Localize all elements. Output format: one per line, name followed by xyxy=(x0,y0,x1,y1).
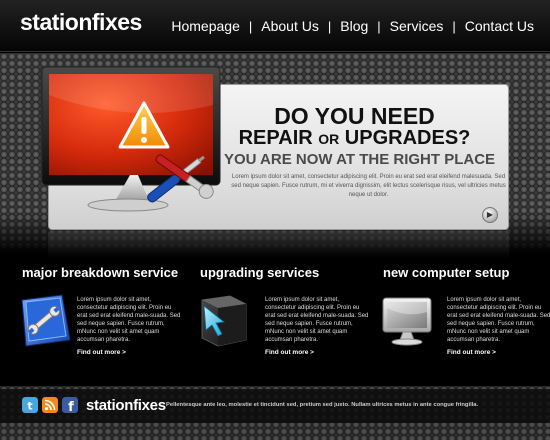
footer-text: Pellentesque ante leo, molestie et tinci… xyxy=(166,402,479,408)
svg-text:f: f xyxy=(68,400,74,413)
main-nav: Homepage | About Us | Blog | Services | … xyxy=(171,18,534,34)
hero-heading-upgrades: UPGRADES? xyxy=(339,127,471,149)
arrow-right-icon[interactable]: ▶ xyxy=(482,207,498,223)
feature-title-new-computer: new computer setup xyxy=(383,265,510,280)
find-out-more-link[interactable]: Find out more > xyxy=(265,349,314,356)
feature-text-new-computer: Lorem ipsum dolor sit amet, consectetur … xyxy=(447,297,550,343)
find-out-more-link[interactable]: Find out more > xyxy=(447,349,496,356)
feature-text-upgrading: Lorem ipsum dolor sit amet, consectetur … xyxy=(265,297,369,343)
monitor-icon xyxy=(382,297,432,346)
nav-separator: | xyxy=(248,18,253,34)
feature-text-breakdown: Lorem ipsum dolor sit amet, consectetur … xyxy=(77,297,181,343)
nav-about-us[interactable]: About Us xyxy=(261,18,319,34)
feature-title-upgrading: upgrading services xyxy=(200,265,320,280)
wrench-icon xyxy=(21,294,71,347)
nav-services[interactable]: Services xyxy=(390,18,444,34)
nav-separator: | xyxy=(452,18,456,34)
cursor-cube-icon xyxy=(201,295,247,347)
feature-title-breakdown: major breakdown service xyxy=(22,265,179,280)
hero-body-text: Lorem ipsum dolor sit amet, consectetur … xyxy=(231,174,506,198)
twitter-icon[interactable]: t xyxy=(22,397,38,413)
nav-separator: | xyxy=(327,18,332,34)
hero-reflection xyxy=(48,231,509,259)
rss-icon[interactable] xyxy=(42,397,58,413)
nav-separator: | xyxy=(377,18,381,34)
nav-homepage[interactable]: Homepage xyxy=(171,18,240,34)
monitor-warning-icon xyxy=(41,66,221,212)
svg-text:t: t xyxy=(27,400,32,413)
site-logo[interactable]: stationfixes xyxy=(20,9,142,36)
hero-heading-repair: REPAIR xyxy=(238,127,319,149)
nav-blog[interactable]: Blog xyxy=(340,18,368,34)
hero-heading-or: OR xyxy=(318,131,340,147)
facebook-icon[interactable]: f xyxy=(62,397,78,413)
nav-contact-us[interactable]: Contact Us xyxy=(465,18,534,34)
footer-logo[interactable]: stationfixes xyxy=(86,397,166,414)
find-out-more-link[interactable]: Find out more > xyxy=(77,349,126,356)
site-header: stationfixes Homepage | About Us | Blog … xyxy=(0,0,550,52)
